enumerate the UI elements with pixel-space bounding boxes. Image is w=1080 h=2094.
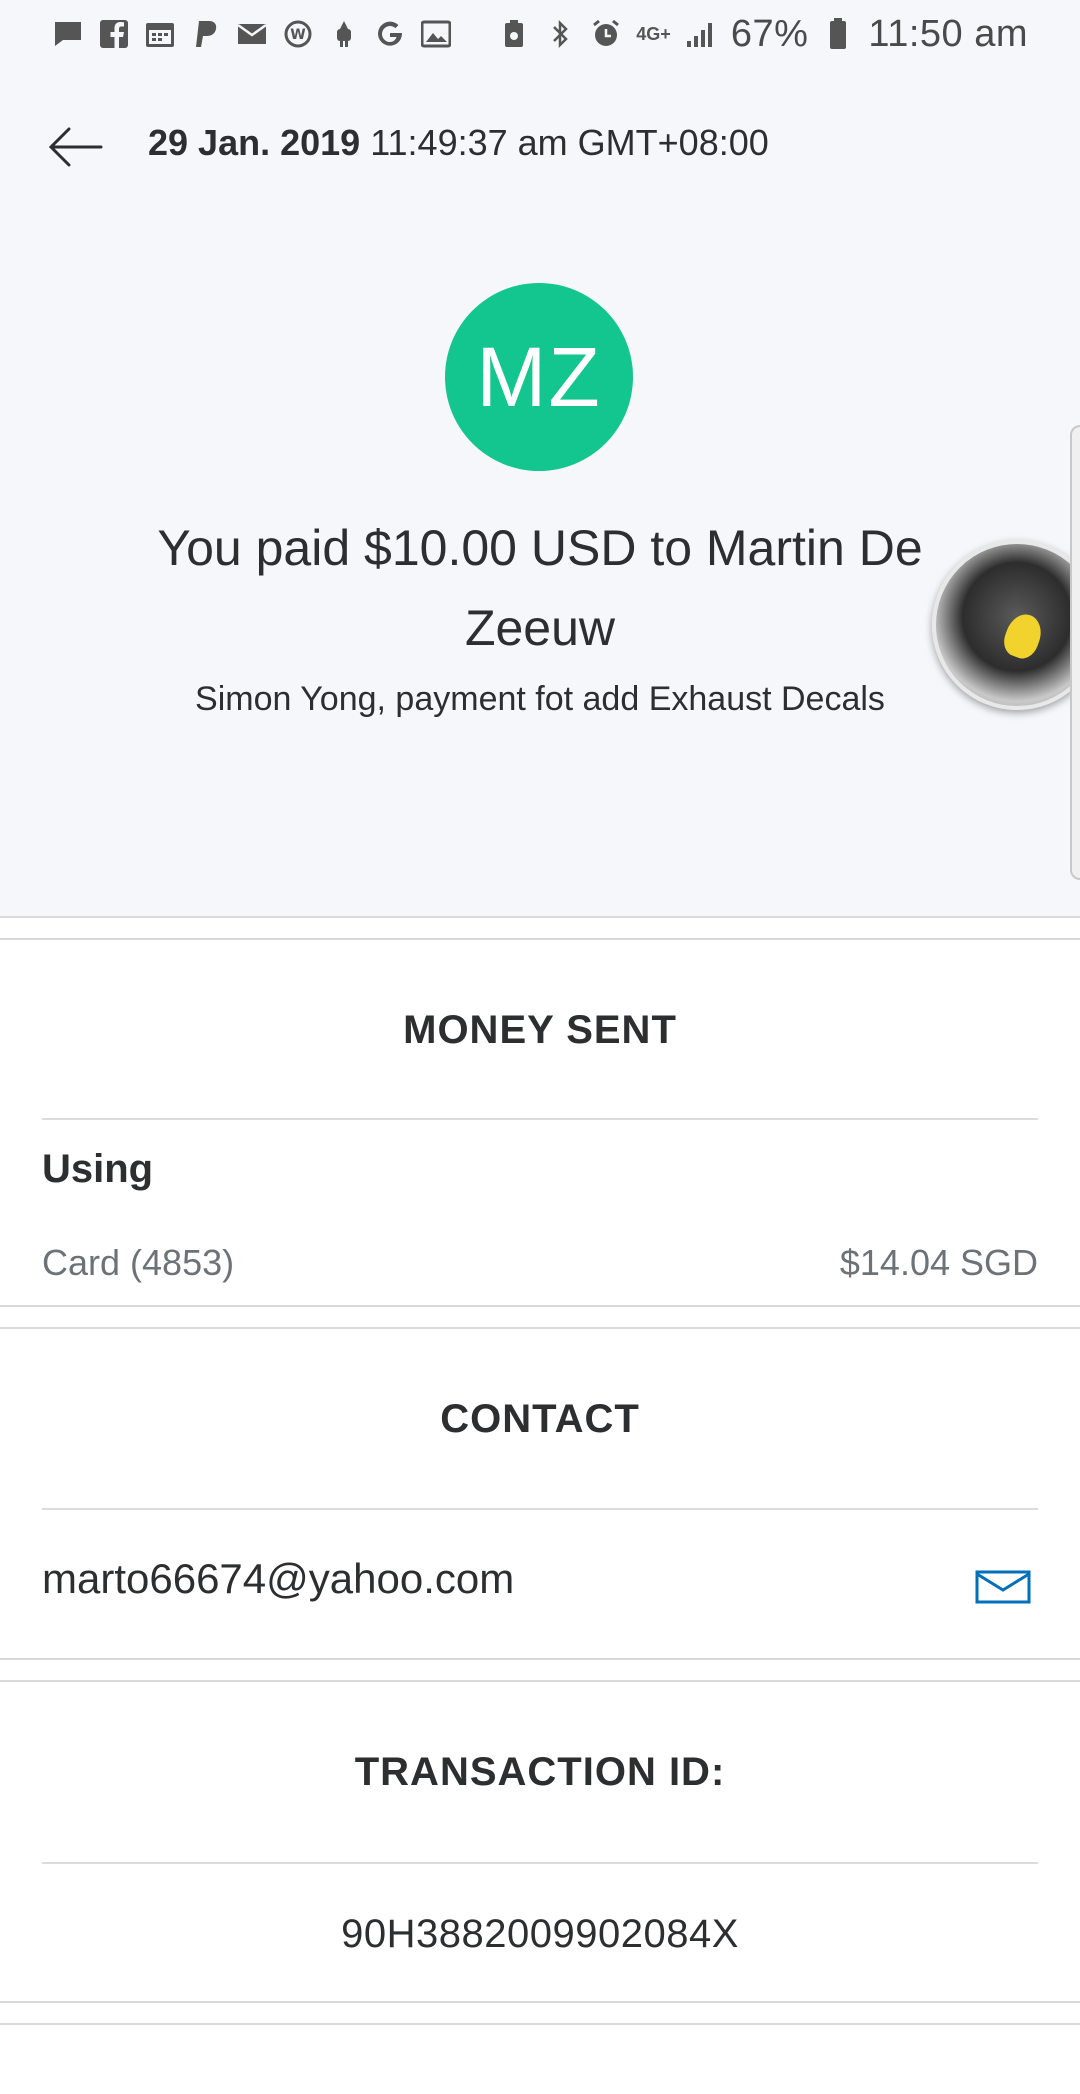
mail-icon bbox=[236, 18, 268, 50]
calendar-icon bbox=[144, 18, 176, 50]
section-divider bbox=[0, 2001, 1080, 2003]
payment-method-label: Using bbox=[42, 1147, 154, 1191]
section-inner-divider bbox=[42, 1508, 1038, 1510]
at-sign-icon: W bbox=[282, 18, 314, 50]
contact-email: marto66674@yahoo.com bbox=[42, 1555, 515, 1602]
battery-icon bbox=[822, 18, 854, 50]
chat-icon bbox=[52, 18, 84, 50]
envelope-icon bbox=[975, 1570, 1031, 1604]
section-inner-divider bbox=[42, 1118, 1038, 1120]
section-divider bbox=[0, 1658, 1080, 1660]
transaction-summary: 29 Jan. 2019 11:49:37 am GMT+08:00 MZ Yo… bbox=[0, 68, 1080, 918]
section-divider bbox=[0, 1680, 1080, 1682]
transaction-datetime: 29 Jan. 2019 11:49:37 am GMT+08:00 bbox=[148, 122, 769, 164]
android-icon bbox=[328, 18, 360, 50]
clock: 11:50 am bbox=[868, 12, 1028, 55]
battery-percent: 67% bbox=[730, 12, 809, 55]
back-button[interactable] bbox=[40, 112, 110, 182]
money-sent-title: MONEY SENT bbox=[403, 1008, 677, 1052]
bluetooth-icon bbox=[544, 18, 576, 50]
payment-title: You paid $10.00 USD to Martin De Zeeuw bbox=[157, 520, 923, 656]
recipient-avatar: MZ bbox=[445, 283, 633, 471]
recipient-initials: MZ bbox=[476, 329, 602, 424]
payment-card: Card (4853) bbox=[42, 1242, 235, 1283]
payment-note: Simon Yong, payment fot add Exhaust Deca… bbox=[195, 680, 885, 718]
section-divider bbox=[0, 916, 1080, 918]
alarm-icon bbox=[590, 18, 622, 50]
image-icon bbox=[420, 18, 452, 50]
network-type: 4G+ bbox=[636, 23, 671, 44]
contact-title: CONTACT bbox=[440, 1397, 640, 1441]
section-divider bbox=[0, 1305, 1080, 1307]
transaction-date: 29 Jan. 2019 bbox=[148, 122, 361, 163]
payment-amount: $14.04 SGD bbox=[839, 1242, 1038, 1283]
section-divider bbox=[0, 2023, 1080, 2025]
edge-panel-handle[interactable] bbox=[1070, 425, 1080, 880]
section-inner-divider bbox=[42, 1862, 1038, 1864]
facebook-icon bbox=[98, 18, 130, 50]
system-indicators: 4G+ 67% 11:50 am bbox=[498, 13, 1028, 56]
paypal-icon bbox=[190, 18, 222, 50]
chat-head-image bbox=[999, 609, 1047, 663]
section-divider bbox=[0, 1327, 1080, 1329]
google-icon bbox=[374, 18, 406, 50]
svg-text:W: W bbox=[290, 27, 305, 43]
notification-icons: W bbox=[52, 18, 452, 50]
email-contact-button[interactable] bbox=[975, 1568, 1035, 1608]
battery-saver-icon bbox=[498, 18, 530, 50]
signal-icon bbox=[685, 18, 717, 50]
section-divider bbox=[0, 938, 1080, 940]
transaction-id-title: TRANSACTION ID: bbox=[354, 1750, 726, 1794]
transaction-id: 90H3882009902084X bbox=[341, 1912, 739, 1956]
status-bar: W 4G+ 67% 11:50 am bbox=[0, 0, 1080, 68]
transaction-time: 11:49:37 am GMT+08:00 bbox=[370, 122, 769, 163]
back-arrow-icon bbox=[48, 127, 103, 167]
